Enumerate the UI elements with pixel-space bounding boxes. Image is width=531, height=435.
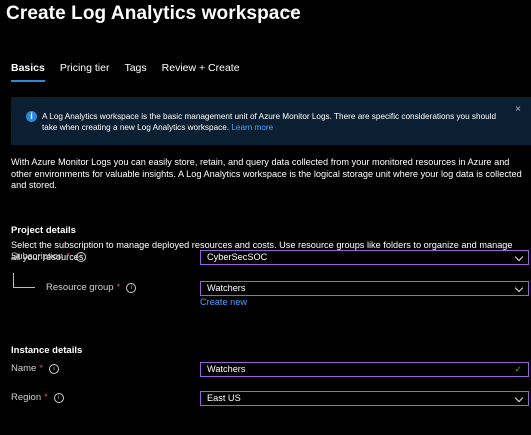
name-label-text: Name — [11, 363, 37, 374]
tree-connector-vertical — [13, 273, 14, 287]
region-label-container: Region * i — [11, 392, 64, 403]
required-marker: * — [116, 282, 121, 293]
info-banner-text: A Log Analytics workspace is the basic m… — [42, 112, 502, 133]
resource-group-label-container: Resource group * i — [46, 282, 137, 293]
create-new-link[interactable]: Create new — [200, 297, 247, 307]
subscription-select[interactable]: CyberSecSOC — [200, 250, 529, 265]
resource-group-select[interactable]: Watchers — [200, 281, 529, 296]
page-title: Create Log Analytics workspace — [6, 3, 301, 24]
name-label-container: Name * i — [11, 363, 60, 374]
region-value: East US — [207, 393, 241, 403]
checkmark-icon: ✓ — [514, 364, 522, 374]
learn-more-link[interactable]: Learn more — [231, 123, 273, 132]
subscription-label-container: Subscription * i — [11, 251, 86, 262]
tree-connector-horizontal — [13, 287, 35, 288]
required-marker: * — [66, 251, 70, 262]
name-value: Watchers — [207, 364, 246, 374]
info-icon[interactable]: i — [49, 363, 60, 374]
region-select[interactable]: East US — [200, 391, 529, 406]
chevron-down-icon — [514, 393, 524, 403]
required-marker: * — [44, 392, 48, 403]
resource-group-label-text: Resource group — [46, 282, 114, 293]
chevron-down-icon — [514, 283, 524, 293]
info-icon: i — [26, 111, 37, 122]
subscription-value: CyberSecSOC — [207, 252, 268, 262]
page-title-row: Create Log Analytics workspace — [6, 1, 301, 27]
info-banner: i A Log Analytics workspace is the basic… — [11, 97, 531, 145]
tab-review-create[interactable]: Review + Create — [162, 62, 240, 82]
tab-bar: Basics Pricing tier Tags Review + Create — [11, 62, 255, 82]
workspace-description: With Azure Monitor Logs you can easily s… — [11, 157, 522, 190]
subscription-label-text: Subscription — [11, 251, 64, 262]
required-marker: * — [39, 363, 44, 374]
tab-tags[interactable]: Tags — [124, 62, 146, 82]
tab-pricing-tier[interactable]: Pricing tier — [60, 62, 110, 82]
tab-basics[interactable]: Basics — [11, 62, 45, 82]
instance-details-heading: Instance details — [11, 345, 83, 356]
more-options-button[interactable]: ··· — [283, 2, 297, 18]
info-icon[interactable]: i — [75, 251, 86, 262]
name-input[interactable]: Watchers ✓ — [200, 362, 529, 377]
info-icon[interactable]: i — [126, 282, 137, 293]
close-icon[interactable]: × — [515, 104, 521, 115]
info-icon[interactable]: i — [53, 392, 64, 403]
chevron-down-icon — [514, 252, 524, 262]
project-details-heading: Project details — [11, 225, 76, 236]
region-label-text: Region — [11, 392, 42, 403]
resource-group-value: Watchers — [207, 283, 246, 293]
